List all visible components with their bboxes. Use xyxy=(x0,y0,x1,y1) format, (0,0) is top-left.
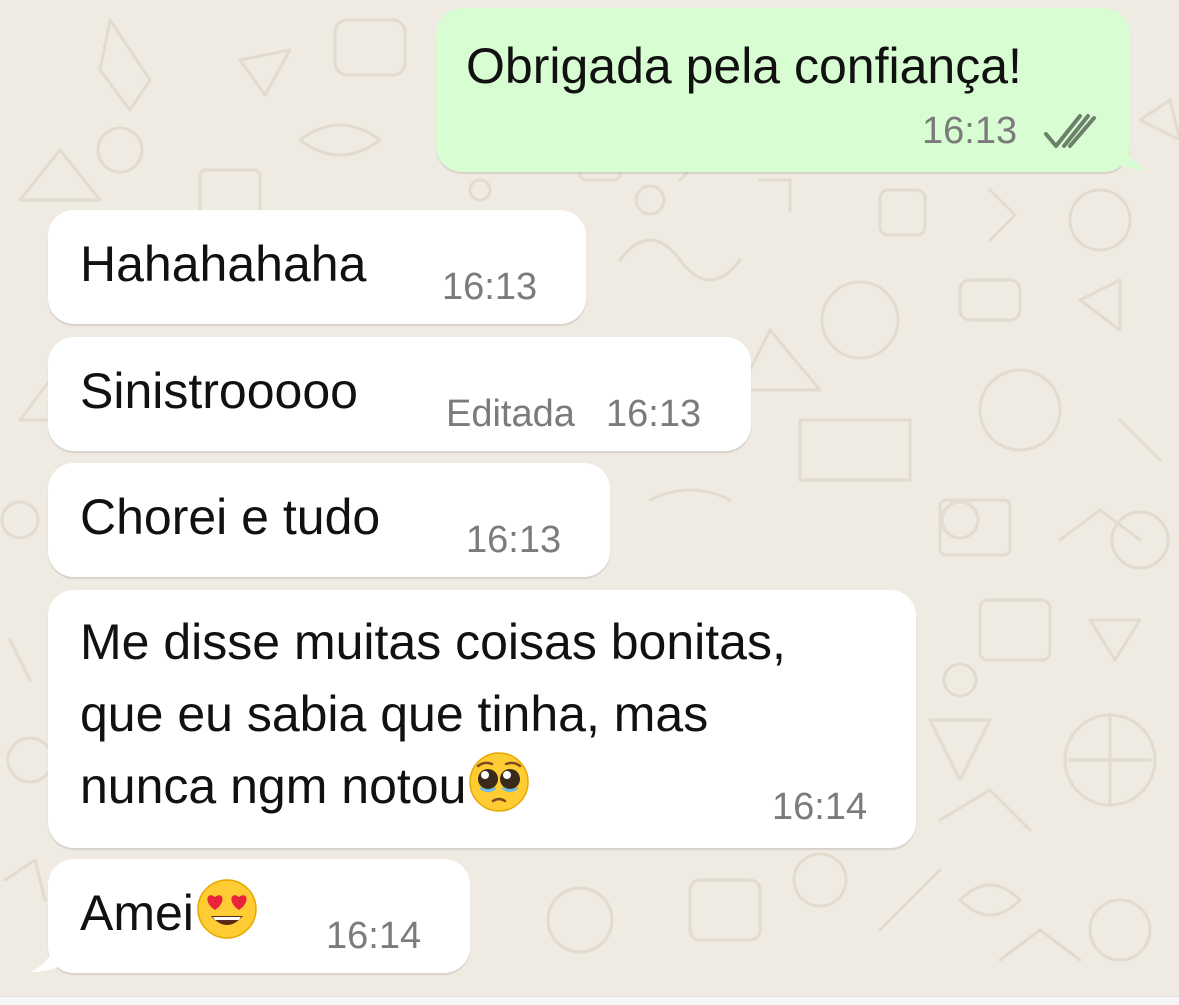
heart-eyes-emoji xyxy=(196,878,258,959)
message-line-with-emoji: Amei xyxy=(80,877,258,959)
bubble-tail-incoming xyxy=(30,938,68,972)
edited-label: Editada xyxy=(446,393,575,435)
message-text: Hahahahaha xyxy=(80,236,367,292)
message-text: Obrigada pela confiança! xyxy=(466,38,1022,94)
bubble-tail-outgoing xyxy=(1110,136,1148,170)
message-bubble-outgoing[interactable]: Obrigada pela confiança! 16:13 xyxy=(436,8,1130,172)
message-line: que eu sabia que tinha, mas xyxy=(80,686,709,742)
message-time: 16:14 xyxy=(326,915,422,957)
pleading-face-emoji xyxy=(468,751,530,832)
message-time: 16:14 xyxy=(772,786,868,828)
message-line: nunca ngm notou xyxy=(80,758,467,814)
message-text: Sinistrooooo xyxy=(80,363,358,419)
message-time: 16:13 xyxy=(442,266,538,308)
message-bubble-incoming[interactable]: Chorei e tudo 16:13 xyxy=(48,463,610,577)
message-time: 16:13 xyxy=(922,110,1018,152)
message-bubble-incoming[interactable]: Hahahahaha 16:13 xyxy=(48,210,586,324)
message-bubble-incoming[interactable]: Sinistrooooo Editada 16:13 xyxy=(48,337,751,451)
message-line-with-emoji: nunca ngm notou xyxy=(80,750,530,832)
message-text: Chorei e tudo xyxy=(80,489,381,545)
message-bubble-incoming[interactable]: Me disse muitas coisas bonitas, que eu s… xyxy=(48,590,916,848)
message-line: Me disse muitas coisas bonitas, xyxy=(80,614,786,670)
double-check-icon xyxy=(1042,112,1100,157)
message-time: 16:13 xyxy=(606,393,702,435)
message-time: 16:13 xyxy=(466,519,562,561)
message-text: Amei xyxy=(80,885,194,941)
message-bubble-incoming[interactable]: Amei 16:14 xyxy=(48,859,470,973)
